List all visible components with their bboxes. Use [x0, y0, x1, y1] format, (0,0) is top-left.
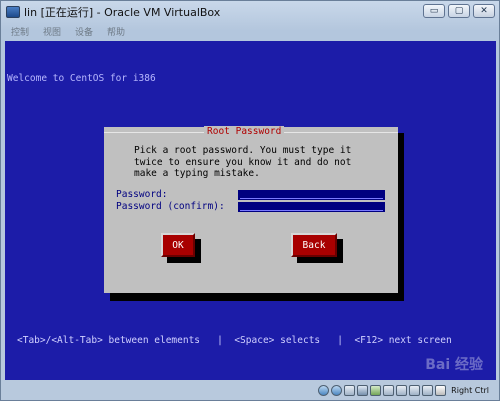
- password-field-underline: [240, 198, 383, 199]
- status-bar: Right Ctrl: [1, 380, 499, 400]
- title-bar[interactable]: lin [正在运行] - Oracle VM VirtualBox ▭ ▢ ✕: [1, 1, 499, 23]
- close-button[interactable]: ✕: [473, 4, 495, 18]
- floppy-icon[interactable]: [344, 384, 356, 396]
- virtualbox-app-icon: [6, 6, 20, 18]
- display-icon[interactable]: [396, 384, 408, 396]
- network-icon[interactable]: [357, 384, 369, 396]
- password-label: Password:: [116, 189, 168, 200]
- mouse-icon[interactable]: [422, 384, 434, 396]
- confirm-password-label: Password (confirm):: [116, 201, 225, 212]
- window-controls: ▭ ▢ ✕: [423, 4, 495, 18]
- capture-icon[interactable]: [409, 384, 421, 396]
- usb-icon[interactable]: [370, 384, 382, 396]
- root-password-dialog: Root Password Pick a root password. You …: [104, 126, 398, 293]
- confirm-password-field-underline: [240, 210, 383, 211]
- disk-icon[interactable]: [318, 384, 330, 396]
- menu-help[interactable]: 帮助: [107, 25, 125, 38]
- virtualbox-window: lin [正在运行] - Oracle VM VirtualBox ▭ ▢ ✕ …: [0, 0, 500, 401]
- back-button[interactable]: Back: [291, 233, 337, 257]
- cdrom-icon[interactable]: [331, 384, 343, 396]
- watermark: Bai 经验: [425, 357, 483, 373]
- menu-bar: 控制 视图 设备 帮助: [1, 23, 499, 39]
- keyboard-hint-bar: <Tab>/<Alt-Tab> between elements | <Spac…: [17, 335, 452, 346]
- keyboard-icon[interactable]: [435, 384, 447, 396]
- window-title: lin [正在运行] - Oracle VM VirtualBox: [24, 6, 221, 19]
- welcome-banner: Welcome to CentOS for i386: [7, 73, 156, 84]
- guest-screen[interactable]: Welcome to CentOS for i386 Root Password…: [5, 41, 496, 380]
- shared-folder-icon[interactable]: [383, 384, 395, 396]
- host-key-label: Right Ctrl: [451, 385, 489, 395]
- minimize-button[interactable]: ▭: [423, 4, 445, 18]
- menu-control[interactable]: 控制: [11, 25, 29, 38]
- menu-devices[interactable]: 设备: [75, 25, 93, 38]
- maximize-button[interactable]: ▢: [448, 4, 470, 18]
- dialog-message: Pick a root password. You must type it t…: [134, 145, 352, 179]
- dialog-title: Root Password: [204, 126, 285, 137]
- menu-view[interactable]: 视图: [43, 25, 61, 38]
- ok-button[interactable]: OK: [161, 233, 195, 257]
